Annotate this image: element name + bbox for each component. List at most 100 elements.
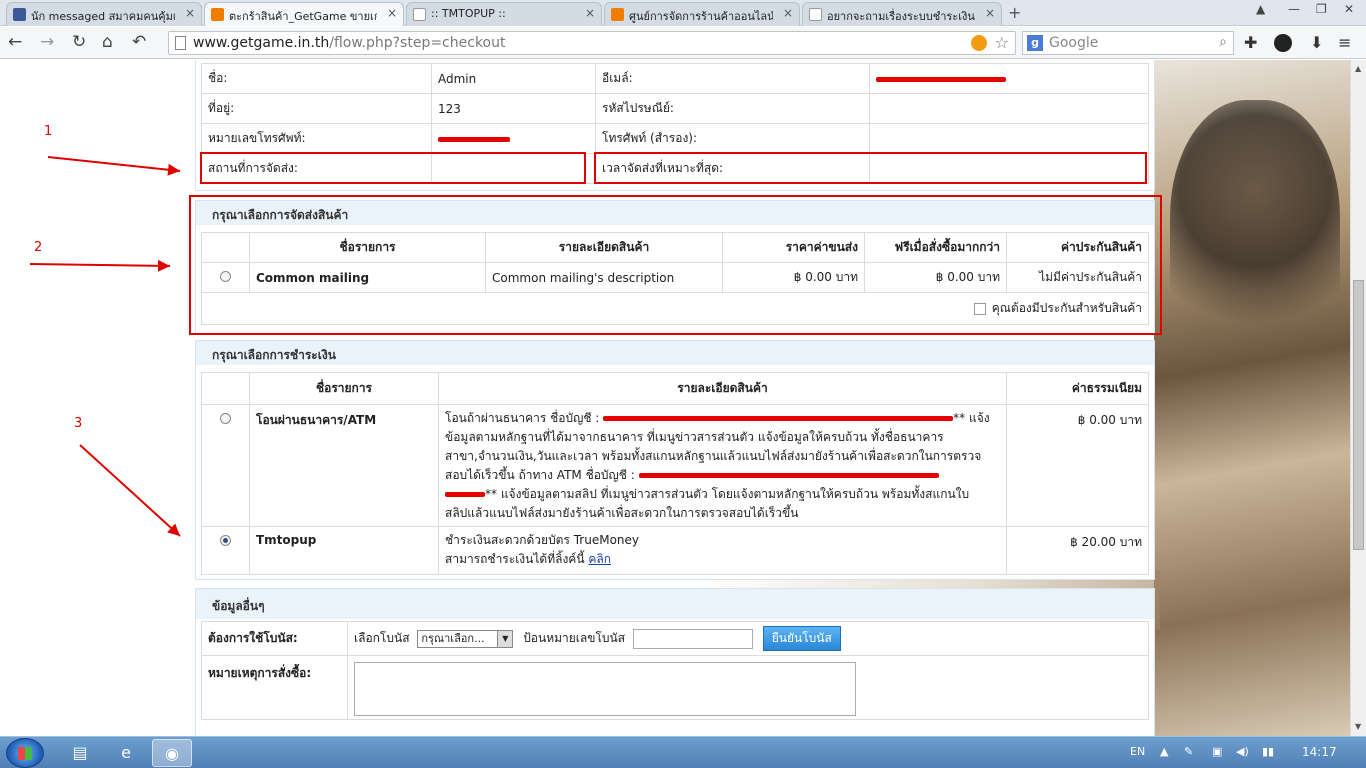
order-note-textarea[interactable] xyxy=(354,661,856,716)
confirm-bonus-button[interactable]: ยืนยันโบนัส xyxy=(762,626,841,651)
star-icon[interactable]: ☆ xyxy=(995,33,1009,52)
tmtopup-click-link[interactable]: คลิก xyxy=(588,552,611,566)
tmtopup-desc-line: สามารถชำระเงินได้ที่ลิ้งค์นี้ คลิก xyxy=(445,552,612,566)
close-icon[interactable]: × xyxy=(387,6,397,20)
home-icon[interactable]: ⌂ xyxy=(102,32,113,52)
bank-desc-line: โอนถ้าผ่านธนาคาร ชื่อบัญชี : ** แจ้ง xyxy=(445,411,990,425)
other-info-table: ต้องการใช้โบนัส: เลือกโบนัส กรุณาเลือก..… xyxy=(201,621,1149,720)
email-label: อีเมล์: xyxy=(595,63,870,94)
tab-tmtopup[interactable]: :: TMTOPUP :: × xyxy=(406,2,602,26)
media-icon[interactable] xyxy=(1274,34,1292,52)
tray-arrow-icon[interactable]: ▲ xyxy=(1160,745,1168,758)
payment-radio-bank[interactable] xyxy=(220,413,231,424)
close-icon[interactable]: × xyxy=(185,6,195,20)
redaction-mark xyxy=(445,492,485,497)
pen-icon[interactable]: ✎ xyxy=(1184,745,1193,758)
payment-radio-cell xyxy=(201,404,250,527)
phone2-label: โทรศัพท์ (สำรอง): xyxy=(595,123,870,154)
browser-toolbar: ← → ↻ ⌂ ↶ www.getgame.in.th/flow.php?ste… xyxy=(0,27,1366,59)
name-value: Admin xyxy=(431,63,596,94)
undo-icon[interactable]: ↶ xyxy=(132,32,146,52)
clock[interactable]: 14:17 xyxy=(1302,745,1337,759)
close-icon[interactable]: × xyxy=(585,6,595,20)
tab-shop-center[interactable]: ศูนย์การจัดการร้านค้าออนไลน์ E × xyxy=(604,2,800,26)
tab-label: นัก messaged สมาคมคนคุ้มเว็บ xyxy=(31,10,175,23)
bank-desc-line: ** แจ้งข้อมูลตามสลิป ที่เมนูข่าวสารส่วนต… xyxy=(445,485,1000,504)
volume-icon[interactable]: ◀) xyxy=(1236,745,1249,758)
chrome-icon[interactable]: ◉ xyxy=(152,739,192,767)
page-icon xyxy=(809,8,822,21)
enter-bonus-label: ป้อนหมายเลขโบนัส xyxy=(523,631,626,645)
payment-bank-fee: ฿ 0.00 บาท xyxy=(1006,404,1149,527)
phone2-value xyxy=(869,123,1149,154)
facebook-icon xyxy=(13,8,26,21)
search-placeholder: Google xyxy=(1049,35,1099,51)
payment-header-desc: รายละเอียดสินค้า xyxy=(438,372,1007,405)
cart-icon xyxy=(611,8,624,21)
payment-bank-name: โอนผ่านธนาคาร/ATM xyxy=(249,404,439,527)
close-icon[interactable]: × xyxy=(985,6,995,20)
tmtopup-desc-line: ชำระเงินสะดวกด้วยบัตร TrueMoney xyxy=(445,533,640,547)
restore-icon[interactable]: ❐ xyxy=(1316,2,1327,16)
bonus-number-input[interactable] xyxy=(632,628,753,649)
page-content: ชื่อ: Admin อีเมล์: ที่อยู่: 123 รหัสไปร… xyxy=(0,60,1350,736)
other-info-panel: ข้อมูลอื่นๆ ต้องการใช้โบนัส: เลือกโบนัส … xyxy=(195,588,1155,736)
tab-label: ศูนย์การจัดการร้านค้าออนไลน์ E xyxy=(629,10,773,23)
tab-label: อยากจะถามเรื่องระบบชำระเงิน ก xyxy=(827,10,975,23)
tab-getgame-cart[interactable]: ตะกร้าสินค้า_GetGame ขายเกม × xyxy=(204,2,404,26)
highlight-box-shipping xyxy=(189,195,1162,335)
address-label: ที่อยู่: xyxy=(201,93,432,124)
zip-label: รหัสไปรษณีย์: xyxy=(595,93,870,124)
minimize-icon[interactable]: — xyxy=(1288,2,1300,16)
bank-desc-line: สอบได้เร็วขึ้น ถ้าทาง ATM ชื่อบัญชี : xyxy=(445,466,1000,485)
payment-radio-tmtopup[interactable] xyxy=(220,535,231,546)
phone-label: หมายเลขโทรศัพท์: xyxy=(201,123,432,154)
select-column-header xyxy=(201,372,250,405)
page-icon xyxy=(413,8,426,21)
payment-header-name: ชื่อรายการ xyxy=(249,372,439,405)
phone-value-redacted xyxy=(431,123,596,154)
forward-icon[interactable]: → xyxy=(40,32,54,52)
close-window-icon[interactable]: ✕ xyxy=(1344,2,1354,16)
download-icon[interactable]: ⬇ xyxy=(1310,33,1323,52)
highlight-box-delivery-place xyxy=(200,152,586,184)
bank-desc-line: สลิปแล้วแนบไฟล์ส่งมายังร้านค้าเพื่อสะดวก… xyxy=(445,506,799,520)
bookmark-icon[interactable]: ▲ xyxy=(1256,2,1265,16)
internet-explorer-icon[interactable]: e xyxy=(106,739,146,767)
lightning-icon[interactable] xyxy=(971,35,987,51)
chevron-down-icon: ▼ xyxy=(497,630,513,647)
explorer-icon[interactable]: ▤ xyxy=(60,739,100,767)
network-icon[interactable]: ▮▮ xyxy=(1262,745,1274,758)
reload-icon[interactable]: ↻ xyxy=(72,32,86,52)
payment-header-fee: ค่าธรรมเนียม xyxy=(1006,372,1149,405)
close-icon[interactable]: × xyxy=(783,6,793,20)
browser-tabstrip: นัก messaged สมาคมคนคุ้มเว็บ × ตะกร้าสิน… xyxy=(0,0,1366,26)
scroll-up-icon[interactable]: ▲ xyxy=(1355,64,1361,73)
payment-tmtopup-fee: ฿ 20.00 บาท xyxy=(1006,526,1149,575)
address-value: 123 xyxy=(431,93,596,124)
cart-icon xyxy=(211,8,224,21)
zip-value xyxy=(869,93,1149,124)
start-button[interactable] xyxy=(6,738,44,768)
scrollbar-thumb[interactable] xyxy=(1353,280,1364,550)
email-value-redacted xyxy=(869,63,1149,94)
bonus-select[interactable]: กรุณาเลือก... ▼ xyxy=(417,629,514,648)
redaction-mark xyxy=(876,76,1006,82)
back-icon[interactable]: ← xyxy=(8,32,22,52)
menu-icon[interactable]: ≡ xyxy=(1338,33,1351,52)
page-scrollbar[interactable]: ▲ ▼ xyxy=(1350,60,1366,736)
search-icon[interactable]: ⌕ xyxy=(1219,34,1227,50)
tab-facebook[interactable]: นัก messaged สมาคมคนคุ้มเว็บ × xyxy=(6,2,202,26)
scroll-down-icon[interactable]: ▼ xyxy=(1355,722,1361,731)
device-icon[interactable]: ▣ xyxy=(1212,745,1222,758)
language-indicator[interactable]: EN xyxy=(1130,745,1145,758)
extension-icon[interactable]: ✚ xyxy=(1244,33,1257,52)
search-box[interactable]: g Google ⌕ xyxy=(1022,31,1234,55)
name-label: ชื่อ: xyxy=(201,63,432,94)
new-tab-button[interactable]: + xyxy=(1008,3,1021,22)
page-icon xyxy=(175,36,186,50)
address-bar[interactable]: www.getgame.in.th/flow.php?step=checkout… xyxy=(168,31,1016,55)
order-note-cell xyxy=(347,655,1149,720)
tab-payment-question[interactable]: อยากจะถามเรื่องระบบชำระเงิน ก × xyxy=(802,2,1002,26)
windows-taskbar: ▤ e ◉ EN ▲ ✎ ▣ ◀) ▮▮ 14:17 xyxy=(0,736,1366,768)
